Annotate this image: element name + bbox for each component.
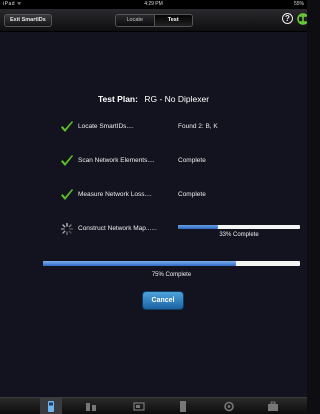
task-progress-bar [178,225,300,229]
toolbox-icon [268,401,278,411]
task-progress-fill [178,225,219,229]
overall-progress-fill [43,261,236,266]
task-label: Construct Network Map...... [78,225,157,232]
help-icon[interactable]: ? [282,13,293,24]
task-progress-text: 33% Complete [219,232,259,238]
task-label: Measure Network Loss.... [78,191,152,198]
task-row-measure: Measure Network Loss.... Complete [60,188,300,202]
nav-bar: Exit SmartIDs Locate Test [0,9,307,32]
document-icon [180,401,186,412]
tab-document[interactable] [172,398,194,414]
clock: 4:29 PM [144,1,163,7]
tab-monitor[interactable] [128,398,150,414]
monitor-icon [133,402,145,411]
task-row-locate: Locate SmartIDs.... Found 2: B, K [60,120,300,134]
tab-devices[interactable] [80,398,102,414]
settings-icon [224,401,234,412]
exit-smartids-button[interactable]: Exit SmartIDs [4,14,52,27]
devices-icon [86,403,96,411]
segment-test[interactable]: Test [153,15,192,26]
test-plan-label: Test Plan: [97,94,138,104]
task-label: Locate SmartIDs.... [78,123,134,130]
spinner-icon [60,222,74,236]
task-status: Complete [178,157,206,164]
test-plan-title: Test Plan: RG - No Diplexer [0,94,307,104]
status-bar: iPad ᯤ 4:29 PM 55% [0,0,307,9]
check-icon [61,121,73,132]
segment-locate[interactable]: Locate [116,15,154,26]
meter-icon [48,401,54,412]
connection-icon [297,11,307,27]
mode-segmented-control: Locate Test [115,14,193,27]
overall-progress-bar [43,261,300,266]
overall-progress-text: 75% Complete [151,272,192,278]
test-panel [0,32,307,397]
tab-toolbox[interactable] [262,398,284,414]
task-status: Found 2: B, K [178,123,218,130]
task-status: Complete [178,191,206,198]
tab-settings[interactable] [218,398,240,414]
battery-indicator: 55% [293,1,304,7]
tab-meter[interactable] [40,398,62,414]
test-plan-value: RG - No Diplexer [144,94,210,104]
check-icon [61,189,73,200]
tab-bar [0,397,307,414]
task-label: Scan Network Elements.... [78,157,155,164]
cancel-button[interactable]: Cancel [142,291,184,310]
task-row-scan: Scan Network Elements.... Complete [60,154,300,168]
check-icon [61,155,73,166]
